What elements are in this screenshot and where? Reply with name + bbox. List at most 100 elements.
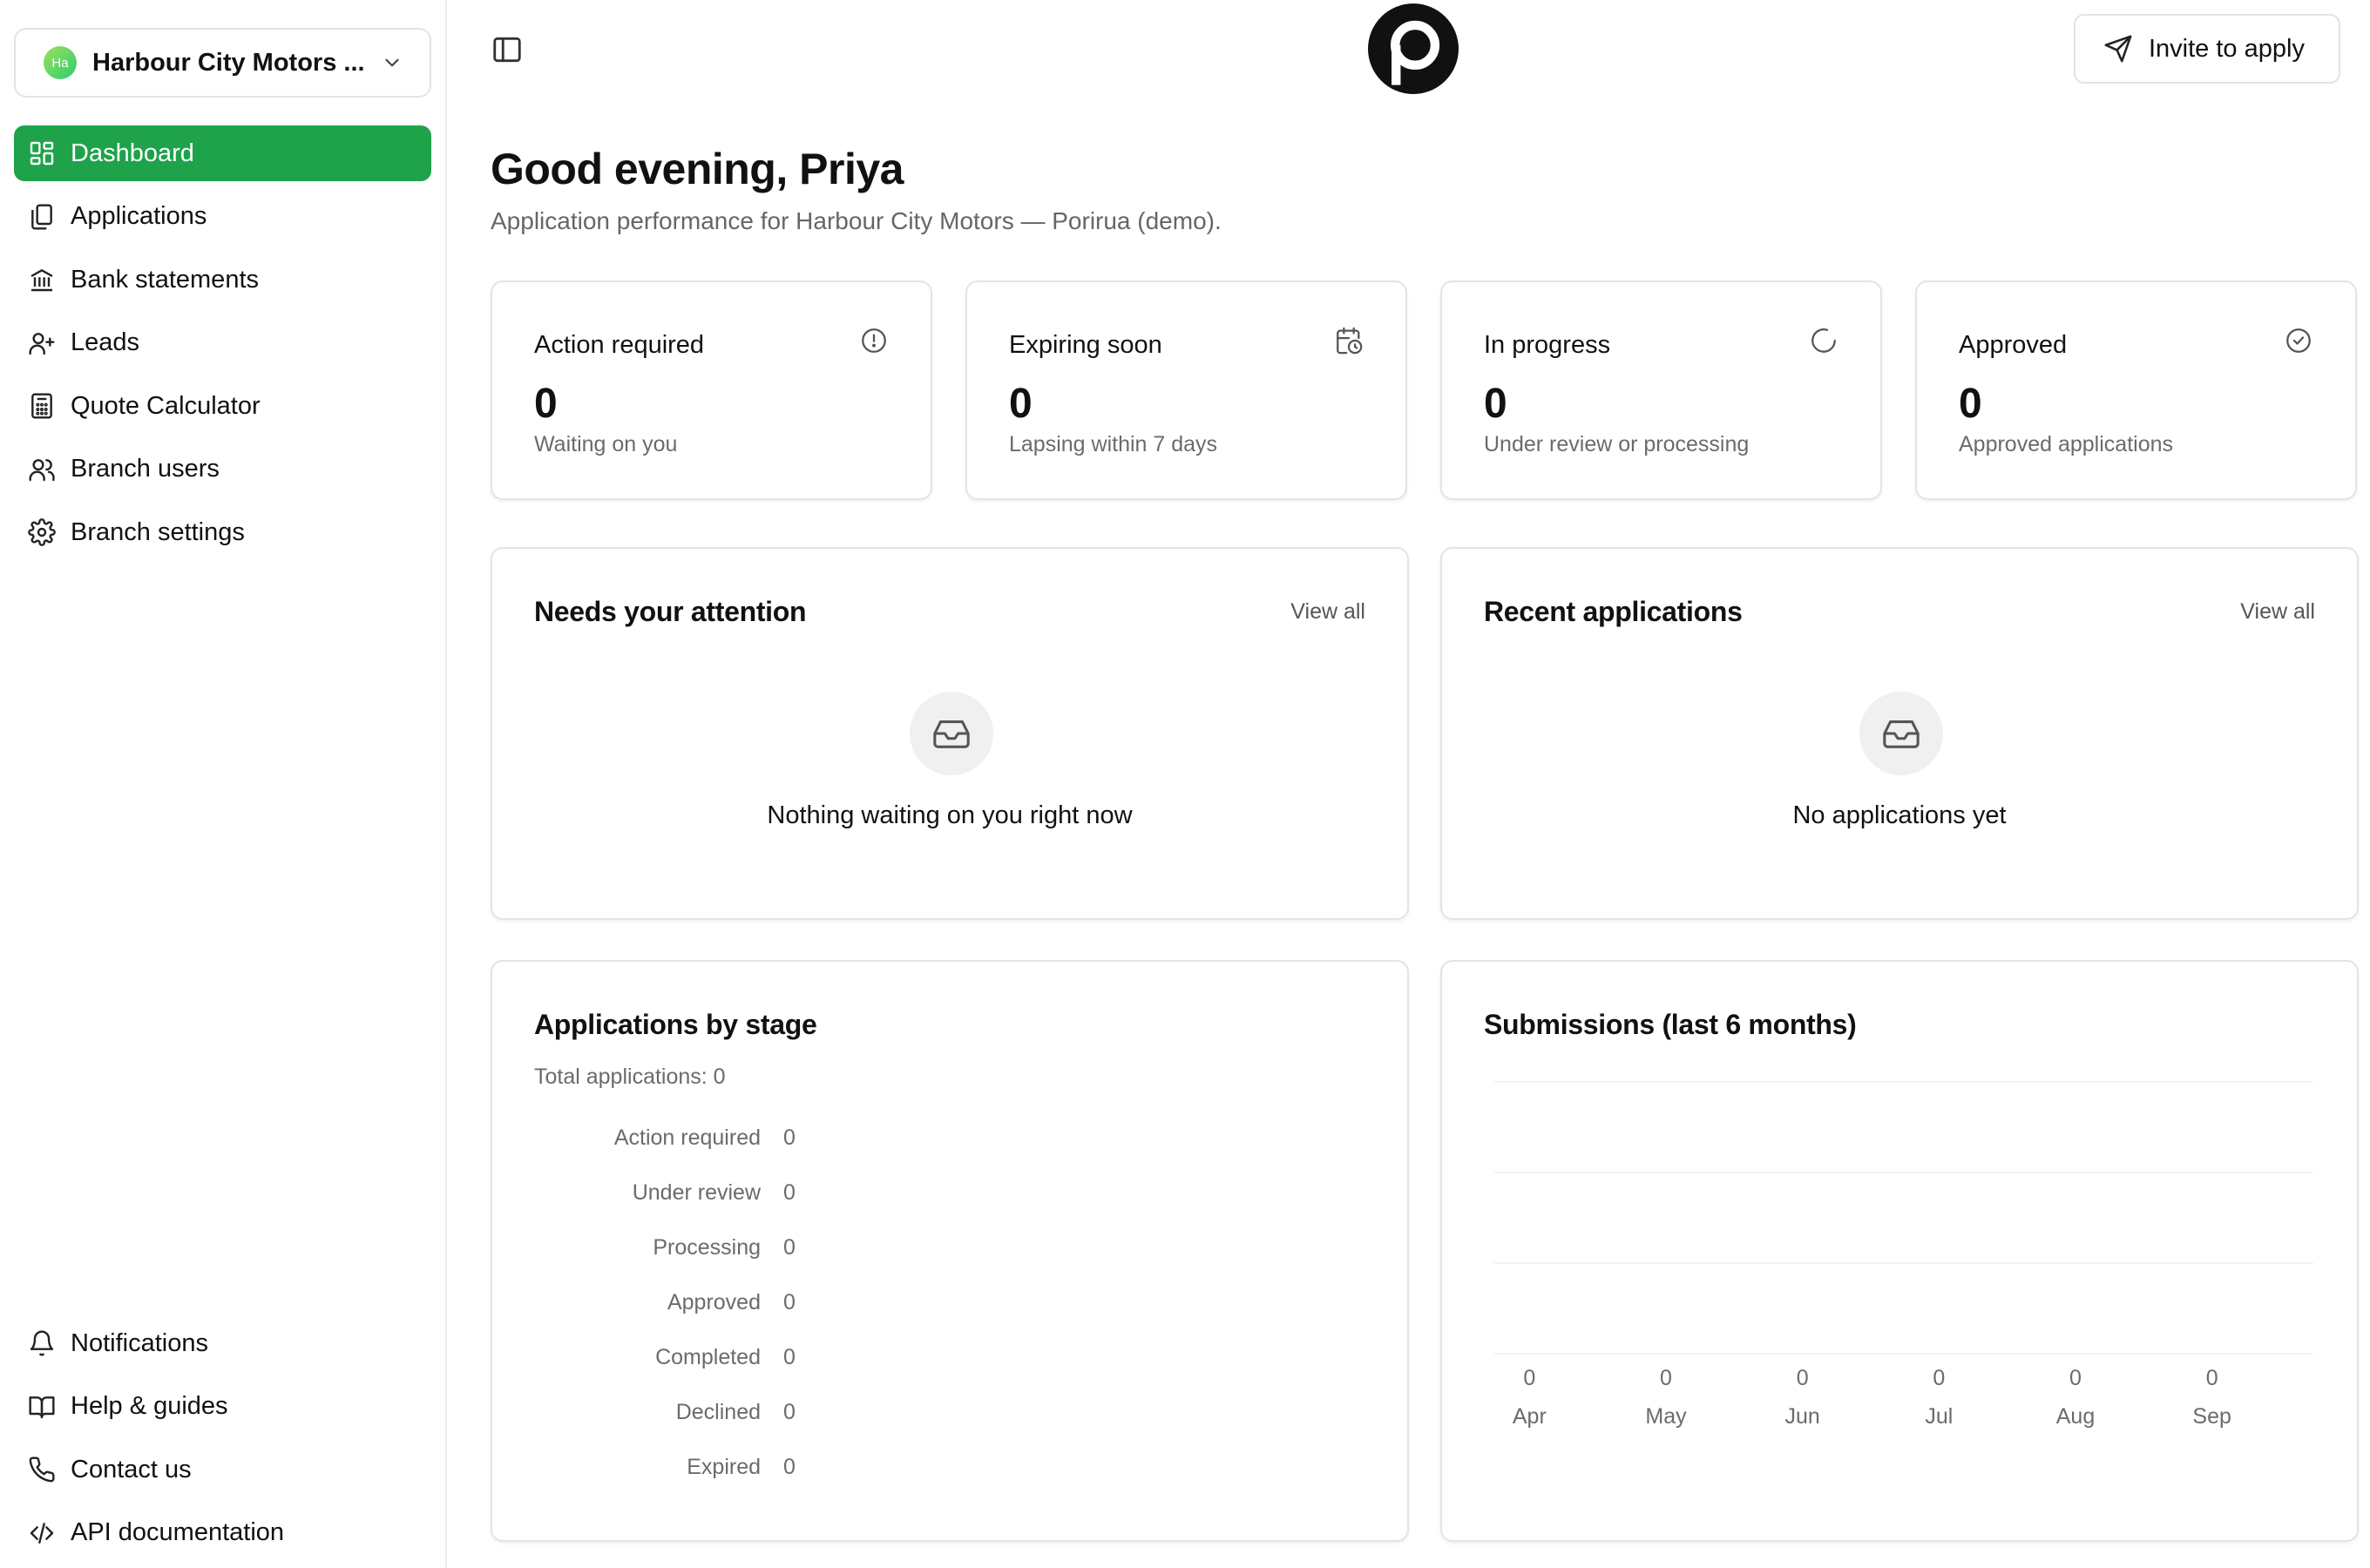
stat-value: 0 <box>1009 381 1033 427</box>
stage-name: Under review <box>632 1180 761 1205</box>
nav-label: Contact us <box>71 1455 192 1484</box>
submissions-chart: 0 Apr 0 May 0 Jun 0 Jul 0 Aug 0 Sep <box>1494 1081 2313 1429</box>
book-icon <box>29 1396 55 1418</box>
stat-description: Approved applications <box>1959 432 2173 456</box>
send-icon <box>2104 35 2132 63</box>
stat-value: 0 <box>534 381 558 427</box>
inbox-icon <box>910 692 993 775</box>
nav-item-api-documentation[interactable]: API documentation <box>14 1505 431 1561</box>
branch-switcher[interactable]: Ha Harbour City Motors ... <box>14 28 431 98</box>
nav-label: Branch settings <box>71 517 245 546</box>
inbox-icon <box>1859 692 1943 775</box>
panel-title: Applications by stage <box>534 1009 817 1040</box>
nav-label: Applications <box>71 202 207 230</box>
stage-count: 0 <box>783 1125 796 1150</box>
stage-count: 0 <box>783 1455 796 1479</box>
alert-circle-icon <box>862 328 886 353</box>
applications-by-stage-panel: Applications by stage Total applications… <box>491 960 1409 1542</box>
page-title: Good evening, Priya <box>491 145 904 193</box>
stage-count: 0 <box>783 1235 796 1260</box>
applications-icon <box>31 203 52 230</box>
sidebar: Ha Harbour City Motors ... Dashboard App… <box>0 0 447 1568</box>
total-applications: Total applications: 0 <box>534 1064 726 1089</box>
stage-count: 0 <box>783 1290 796 1315</box>
view-all-attention-link[interactable]: View all <box>1290 599 1365 625</box>
bank-icon <box>30 269 53 292</box>
code-icon <box>30 1522 54 1544</box>
stage-count: 0 <box>783 1180 796 1205</box>
chart-tick-label: May <box>1645 1404 1687 1429</box>
chart-data-label: 0 <box>1523 1366 1535 1390</box>
invite-to-apply-button[interactable]: Invite to apply <box>2074 14 2340 84</box>
chevron-down-icon <box>385 58 399 67</box>
stat-title: Expiring soon <box>1009 331 1162 359</box>
nav-label: Branch users <box>71 455 220 483</box>
stat-card-action-required: Action required 0 Waiting on you <box>491 280 932 500</box>
stat-title: Approved <box>1959 331 2068 359</box>
user-plus-icon <box>29 332 55 355</box>
branch-name: Harbour City Motors ... <box>92 48 365 77</box>
stage-count: 0 <box>783 1345 796 1369</box>
spinner-icon <box>1811 328 1836 353</box>
users-icon <box>29 458 55 481</box>
stat-description: Waiting on you <box>534 432 678 456</box>
chart-tick-label: Apr <box>1513 1404 1547 1429</box>
calculator-icon <box>31 393 52 419</box>
stage-name: Expired <box>687 1455 761 1479</box>
chart-data-label: 0 <box>1660 1366 1672 1390</box>
nav-label: Leads <box>71 328 140 356</box>
check-circle-icon <box>2286 328 2311 353</box>
nav-item-applications[interactable]: Applications <box>14 189 431 245</box>
stat-title: In progress <box>1484 331 1611 359</box>
view-all-recent-link[interactable]: View all <box>2240 599 2315 625</box>
nav-item-bank-statements[interactable]: Bank statements <box>14 252 431 308</box>
calendar-clock-icon <box>1337 327 1363 355</box>
sidebar-toggle-icon[interactable] <box>491 33 524 66</box>
chart-data-label: 0 <box>1933 1366 1945 1390</box>
chart-tick-label: Sep <box>2192 1404 2231 1429</box>
stat-title: Action required <box>534 331 705 359</box>
nav-item-dashboard[interactable]: Dashboard <box>14 125 431 181</box>
secondary-nav: Notifications Help & guides Contact us A… <box>14 1315 431 1568</box>
stage-name: Declined <box>675 1400 761 1424</box>
stat-card-expiring-soon: Expiring soon 0 Lapsing within 7 days <box>965 280 1407 500</box>
stage-name: Processing <box>653 1235 761 1260</box>
nav-item-leads[interactable]: Leads <box>14 315 431 371</box>
stage-name: Completed <box>655 1345 761 1369</box>
nav-label: API documentation <box>71 1518 285 1546</box>
nav-label: Bank statements <box>71 265 259 294</box>
nav-item-branch-settings[interactable]: Branch settings <box>14 504 431 560</box>
nav-label: Notifications <box>71 1328 208 1357</box>
stage-count: 0 <box>783 1400 796 1424</box>
nav-label: Dashboard <box>71 139 194 167</box>
brand-logo <box>1368 3 1459 94</box>
stat-description: Lapsing within 7 days <box>1009 432 1218 456</box>
chart-tick-label: Jul <box>1925 1404 1953 1429</box>
nav-item-contact-us[interactable]: Contact us <box>14 1442 431 1497</box>
chart-tick-label: Jun <box>1785 1404 1820 1429</box>
needs-attention-panel: Needs your attention View all Nothing wa… <box>491 547 1409 920</box>
nav-item-help-guides[interactable]: Help & guides <box>14 1379 431 1435</box>
invite-label: Invite to apply <box>2149 34 2305 63</box>
stage-name: Approved <box>667 1290 761 1315</box>
chart-data-label: 0 <box>1797 1366 1809 1390</box>
recent-applications-panel: Recent applications View all No applicat… <box>1440 547 2359 920</box>
panel-title: Needs your attention <box>534 596 807 627</box>
nav-label: Quote Calculator <box>71 391 261 420</box>
branch-avatar: Ha <box>44 46 77 79</box>
stage-name: Action required <box>613 1125 761 1150</box>
panel-title: Recent applications <box>1484 596 1743 627</box>
page-subtitle: Application performance for Harbour City… <box>491 207 1222 234</box>
chart-data-label: 0 <box>2206 1366 2218 1390</box>
stat-value: 0 <box>1484 381 1507 427</box>
nav-item-quote-calculator[interactable]: Quote Calculator <box>14 378 431 434</box>
chart-tick-label: Aug <box>2056 1404 2095 1429</box>
chart-data-label: 0 <box>2069 1366 2082 1390</box>
submissions-chart-panel: Submissions (last 6 months) 0 Apr 0 May 0 Jun… <box>1440 960 2359 1542</box>
nav-item-branch-users[interactable]: Branch users <box>14 442 431 497</box>
stat-card-approved: Approved 0 Approved applications <box>1915 280 2357 500</box>
phone-icon <box>29 1456 55 1483</box>
nav-item-notifications[interactable]: Notifications <box>14 1315 431 1371</box>
nav-label: Help & guides <box>71 1392 228 1420</box>
empty-state-text: No applications yet <box>1792 801 2007 829</box>
